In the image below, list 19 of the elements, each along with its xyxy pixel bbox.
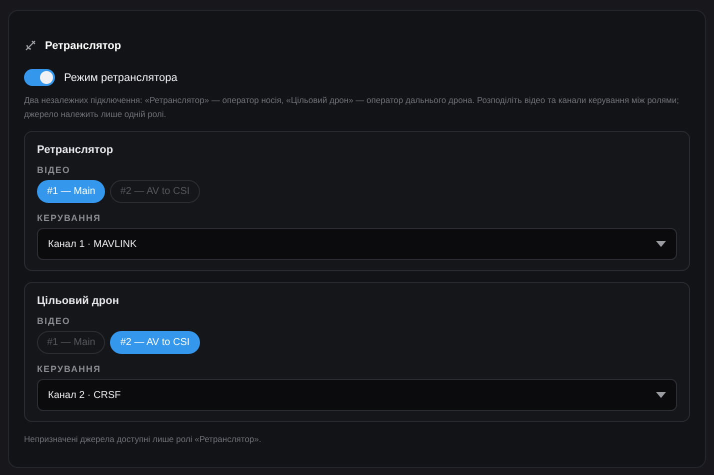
panel-title: Ретранслятор: [45, 40, 122, 52]
control-select[interactable]: Канал 2 · CRSF: [37, 379, 677, 411]
video-source-chip[interactable]: #1 — Main: [37, 331, 106, 354]
video-label: ВІДЕО: [37, 316, 72, 326]
control-label: КЕРУВАННЯ: [37, 213, 102, 223]
relay-toggle[interactable]: [24, 69, 55, 86]
video-source-chip[interactable]: #1 — Main: [37, 180, 106, 203]
video-source-chip[interactable]: #2 — AV to CSI: [110, 180, 200, 203]
control-label: КЕРУВАННЯ: [37, 364, 102, 374]
video-label: ВІДЕО: [37, 165, 72, 175]
caret-icon: [656, 241, 666, 247]
video-source-chip[interactable]: #2 — AV to CSI: [110, 331, 200, 354]
caret-icon: [656, 392, 666, 398]
footer-note: Непризначені джерела доступні лише ролі «Ретранслятор».: [24, 434, 262, 444]
description-text: Два незалежних підключення: «Ретранслятор» — оператор носія, «Цільовий дрон» — оператор дальнього дрона. Розподіліть відео та канали керування між ролями; джерело належить лише одній ролі.: [24, 94, 680, 121]
role-title: Цільовий дрон: [37, 295, 120, 307]
toggle-label: Режим ретранслятора: [64, 72, 178, 84]
control-select[interactable]: Канал 1 · MAVLINK: [37, 228, 677, 260]
role-title: Ретранслятор: [37, 144, 114, 156]
